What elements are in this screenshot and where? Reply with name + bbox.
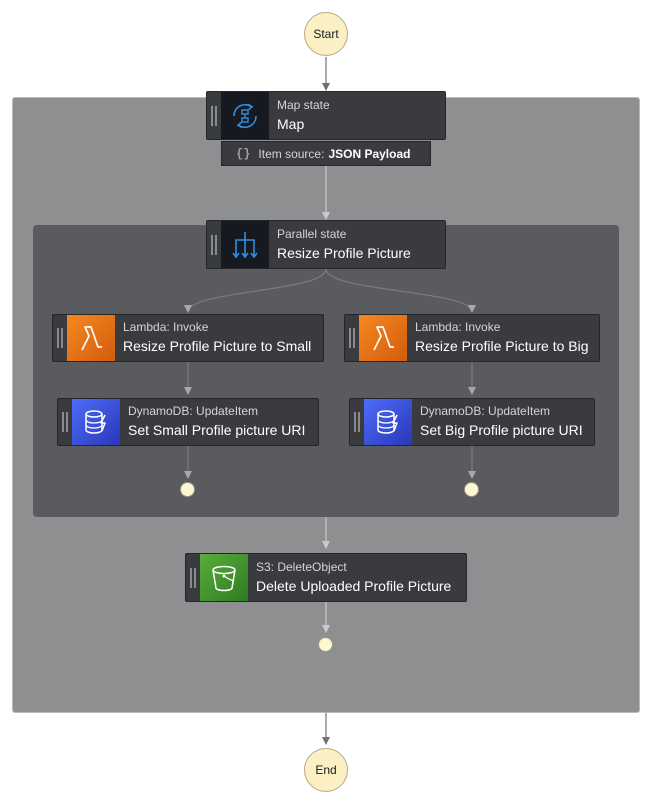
drag-handle[interactable]	[207, 92, 221, 139]
branch-end-dot-left	[180, 482, 195, 497]
lambda-icon	[359, 315, 407, 361]
parallel-state-name: Resize Profile Picture	[277, 244, 411, 261]
item-source-badge: {} Item source: JSON Payload	[221, 141, 431, 166]
drag-handle[interactable]	[186, 554, 200, 601]
lambda-icon	[67, 315, 115, 361]
item-source-label: Item source:	[258, 146, 325, 161]
s3-delete-object-node[interactable]: S3: DeleteObject Delete Uploaded Profile…	[185, 553, 467, 602]
branch-end-dot-right	[464, 482, 479, 497]
lambda-type: Lambda: Invoke	[415, 320, 501, 334]
dynamodb-name: Set Big Profile picture URI	[420, 422, 583, 438]
parallel-state-node[interactable]: Parallel state Resize Profile Picture	[206, 220, 446, 269]
map-state-node[interactable]: Map state Map	[206, 91, 446, 140]
dynamodb-name: Set Small Profile picture URI	[128, 422, 306, 438]
dynamodb-type: DynamoDB: UpdateItem	[420, 404, 551, 418]
parallel-state-type: Parallel state	[277, 226, 347, 241]
lambda-invoke-big-node[interactable]: Lambda: Invoke Resize Profile Picture to…	[344, 314, 600, 362]
dynamodb-icon	[364, 399, 412, 445]
end-label: End	[315, 763, 337, 777]
s3-bucket-icon	[200, 554, 248, 601]
parallel-state-icon	[221, 221, 269, 268]
map-state-name: Map	[277, 115, 305, 132]
dynamodb-update-small-node[interactable]: DynamoDB: UpdateItem Set Small Profile p…	[57, 398, 319, 446]
lambda-name: Resize Profile Picture to Big	[415, 338, 589, 354]
drag-handle[interactable]	[345, 315, 359, 361]
lambda-invoke-small-node[interactable]: Lambda: Invoke Resize Profile Picture to…	[52, 314, 324, 362]
map-state-icon	[221, 92, 269, 139]
s3-type: S3: DeleteObject	[256, 559, 347, 574]
s3-name: Delete Uploaded Profile Picture	[256, 577, 452, 594]
dynamodb-update-big-node[interactable]: DynamoDB: UpdateItem Set Big Profile pic…	[349, 398, 595, 446]
lambda-name: Resize Profile Picture to Small	[123, 338, 312, 354]
drag-handle[interactable]	[207, 221, 221, 268]
dynamodb-type: DynamoDB: UpdateItem	[128, 404, 259, 418]
drag-handle[interactable]	[350, 399, 364, 445]
lambda-type: Lambda: Invoke	[123, 320, 209, 334]
item-source-value: JSON Payload	[328, 146, 411, 161]
drag-handle[interactable]	[53, 315, 67, 361]
braces-icon: {}	[236, 146, 251, 161]
map-state-type: Map state	[277, 97, 330, 112]
drag-handle[interactable]	[58, 399, 72, 445]
end-node[interactable]: End	[304, 748, 348, 792]
start-node[interactable]: Start	[304, 12, 348, 56]
map-end-dot	[318, 637, 333, 652]
dynamodb-icon	[72, 399, 120, 445]
start-label: Start	[313, 27, 339, 41]
